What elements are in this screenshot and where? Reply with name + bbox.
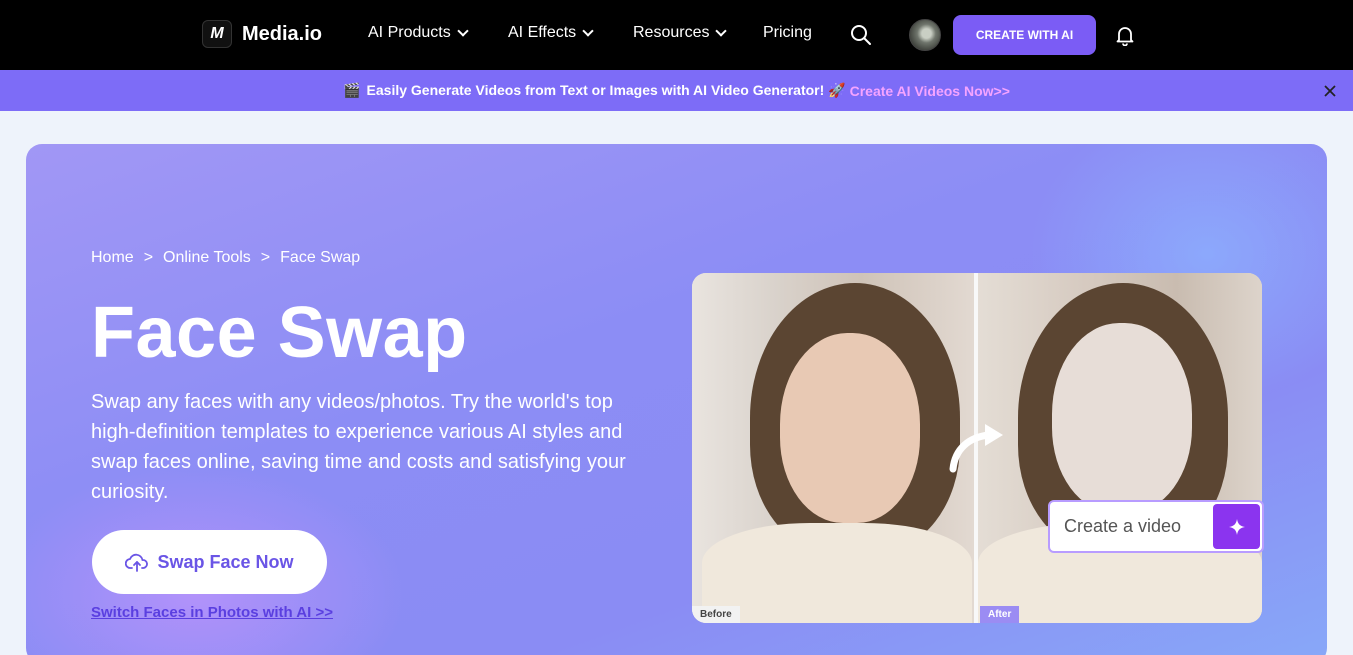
bell-icon[interactable] [1114, 24, 1136, 46]
brand-logo[interactable]: M Media.io [202, 20, 322, 48]
user-avatar[interactable] [909, 19, 941, 51]
sparkle-icon [1228, 518, 1245, 535]
nav-item-label: AI Products [368, 24, 451, 41]
curved-arrow-icon [949, 424, 1003, 473]
nav-item-label: AI Effects [508, 24, 577, 41]
before-label: Before [692, 606, 740, 623]
breadcrumb: Home > Online Tools > Face Swap [91, 249, 360, 267]
nav-item-ai-products[interactable]: AI Products [368, 24, 469, 42]
nav-item-label: Pricing [763, 24, 812, 41]
banner-link[interactable]: Create AI Videos Now>> [850, 83, 1010, 99]
nav-item-resources[interactable]: Resources [633, 24, 728, 42]
hero-description: Swap any faces with any videos/photos. T… [91, 391, 626, 503]
cloud-upload-icon [125, 553, 149, 572]
swap-face-now-label: Swap Face Now [157, 551, 294, 572]
breadcrumb-current: Face Swap [280, 249, 361, 266]
before-photo [692, 273, 974, 623]
search-icon[interactable] [850, 24, 872, 46]
clapper-emoji: 🎬 [343, 82, 361, 98]
breadcrumb-separator: > [143, 249, 154, 266]
promo-banner: 🎬 Easily Generate Videos from Text or Im… [0, 70, 1353, 111]
swap-face-now-button[interactable]: Swap Face Now [92, 530, 327, 594]
create-video-input[interactable] [1050, 516, 1210, 537]
chevron-down-icon [582, 25, 594, 37]
create-video-widget [1048, 500, 1264, 553]
before-after-image: Before After [692, 273, 1262, 623]
after-photo [978, 273, 1262, 623]
create-with-ai-button[interactable]: CREATE WITH AI [953, 15, 1096, 55]
breadcrumb-online-tools[interactable]: Online Tools [163, 249, 251, 267]
nav-item-label: Resources [633, 24, 710, 41]
logo-text: Media.io [242, 22, 323, 45]
after-label: After [980, 606, 1020, 623]
nav-item-ai-effects[interactable]: AI Effects [508, 24, 594, 42]
generate-button[interactable] [1213, 504, 1260, 549]
logo-mark-icon: M [202, 20, 232, 48]
banner-text: Easily Generate Videos from Text or Imag… [366, 82, 846, 98]
top-navbar: M Media.io AI Products AI Effects Resour… [0, 0, 1353, 70]
breadcrumb-separator: > [260, 249, 271, 266]
switch-faces-photos-link[interactable]: Switch Faces in Photos with AI >> [91, 604, 333, 621]
nav-item-pricing[interactable]: Pricing [763, 24, 812, 42]
chevron-down-icon [715, 25, 728, 37]
close-icon[interactable] [1322, 83, 1338, 99]
page-title: Face Swap [91, 293, 468, 373]
chevron-down-icon [457, 25, 469, 37]
breadcrumb-home[interactable]: Home [91, 249, 134, 267]
